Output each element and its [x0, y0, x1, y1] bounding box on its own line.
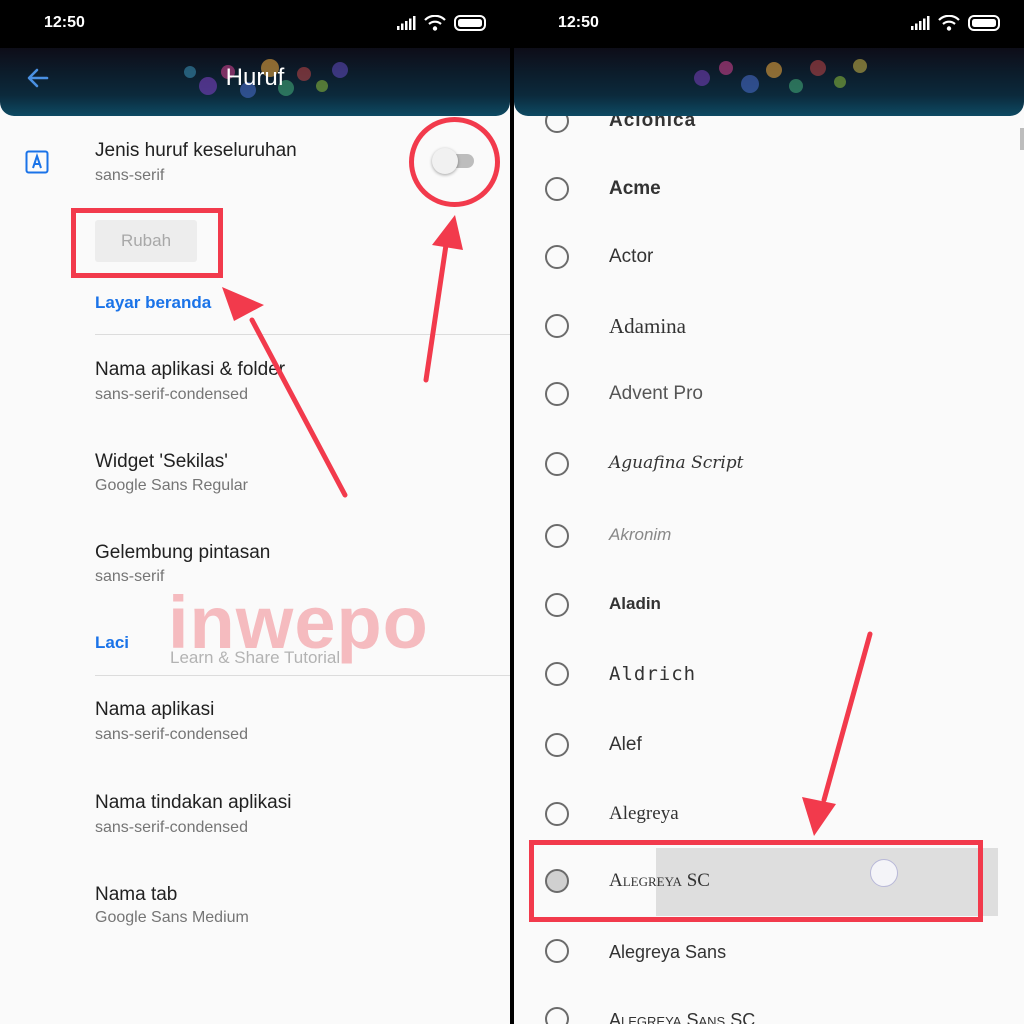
- annotation-arrows: [222, 215, 463, 498]
- right-screen: Aclonica Acme Actor Adamina Advent Pro A…: [514, 0, 1024, 1024]
- left-screen: 12:50 Huruf Jenis huruf keseluruhan sans…: [0, 0, 510, 1024]
- annotation-arrow: [802, 631, 873, 836]
